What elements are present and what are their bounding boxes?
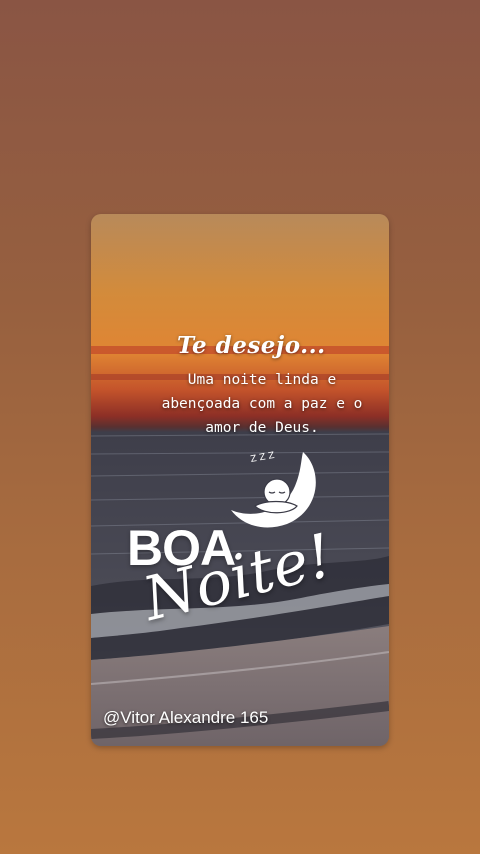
status-card[interactable]: Te desejo... Uma noite linda e abençoada… <box>91 214 389 746</box>
author-watermark: @Vitor Alexandre 165 <box>103 708 269 727</box>
sleeping-baby-moon-icon: Z Z Z <box>231 451 316 528</box>
zzz-text: Z Z Z <box>250 451 276 465</box>
good-night-message: Uma noite linda e abençoada com a paz e … <box>161 372 363 436</box>
headline: Te desejo... <box>177 332 326 359</box>
